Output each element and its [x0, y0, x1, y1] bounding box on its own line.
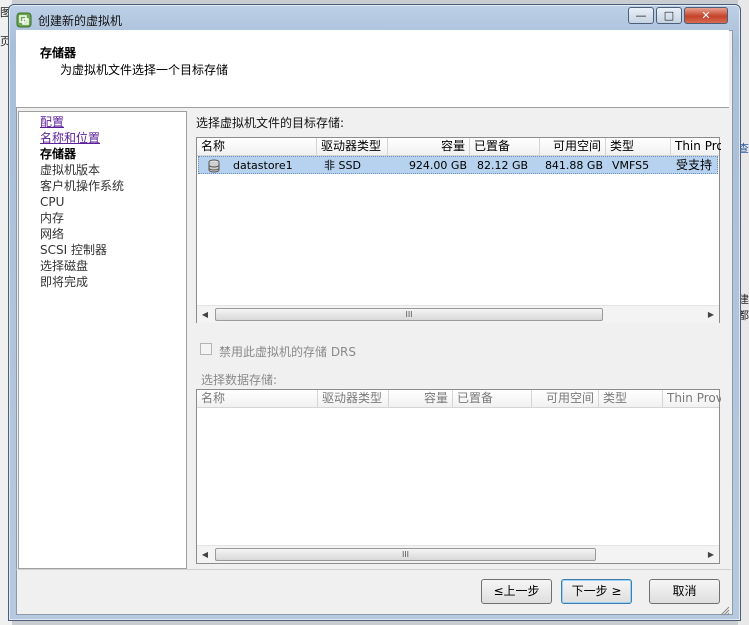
column-header-capacity[interactable]: 容量	[388, 138, 470, 155]
step-network: 网络	[40, 227, 65, 241]
column-header-drive-type[interactable]: 驱动器类型	[318, 390, 389, 407]
disable-drs-label: 禁用此虚拟机的存储 DRS	[219, 345, 357, 359]
cell-capacity: 924.00 GB	[408, 159, 467, 172]
step-config[interactable]: 配置	[40, 114, 64, 130]
step-select-disk: 选择磁盘	[40, 259, 89, 273]
vm-app-icon	[16, 12, 32, 28]
maximize-button[interactable]: □	[656, 7, 682, 24]
step-scsi-controller: SCSI 控制器	[40, 243, 107, 257]
disable-drs-checkbox[interactable]	[200, 343, 212, 355]
next-button[interactable]: 下一步 ≥	[561, 579, 632, 604]
column-header-free-space[interactable]: 可用空间	[532, 390, 599, 407]
table-header: 名称 驱动器类型 容量 已置备 可用空间 类型 Thin Provi	[197, 390, 721, 408]
cell-free-space: 841.88 GB	[544, 159, 603, 172]
close-button[interactable]: ✕	[684, 7, 728, 24]
table-row[interactable]: datastore1 非 SSD 924.00 GB 82.12 GB 841.…	[198, 156, 718, 174]
scroll-right-icon[interactable]: ▶	[703, 306, 719, 323]
minimize-button[interactable]: —	[628, 7, 654, 24]
column-header-name[interactable]: 名称	[197, 138, 317, 155]
cell-provisioned: 82.12 GB	[477, 159, 529, 172]
datastore-icon	[208, 157, 220, 174]
column-header-thin-provisioning[interactable]: Thin Provi	[663, 390, 721, 407]
column-header-capacity[interactable]: 容量	[389, 390, 453, 407]
step-memory: 内存	[40, 211, 65, 225]
cell-thin-provisioning: 受支持	[676, 158, 713, 172]
resize-grip-icon[interactable]	[718, 604, 730, 616]
scroll-left-icon[interactable]: ◀	[197, 546, 213, 563]
horizontal-scrollbar[interactable]: ◀ III ▶	[197, 305, 719, 323]
window-title: 创建新的虚拟机	[38, 14, 123, 28]
column-header-name[interactable]: 名称	[197, 390, 318, 407]
cell-type: VMFS5	[612, 159, 650, 172]
scrollbar-thumb[interactable]: III	[215, 548, 596, 561]
cell-drive-type: 非 SSD	[324, 159, 361, 172]
step-name-location[interactable]: 名称和位置	[40, 130, 100, 146]
target-storage-table: 名称 驱动器类型 容量 已置备 可用空间 类型 Thin Prov datast…	[196, 137, 721, 323]
column-header-type[interactable]: 类型	[606, 138, 671, 155]
scroll-left-icon[interactable]: ◀	[197, 306, 213, 323]
target-storage-label: 选择虚拟机文件的目标存储:	[196, 116, 345, 130]
step-cpu: CPU	[40, 195, 65, 209]
horizontal-scrollbar[interactable]: ◀ III ▶	[197, 545, 719, 563]
table-header: 名称 驱动器类型 容量 已置备 可用空间 类型 Thin Prov	[197, 138, 721, 156]
page-subtitle: 为虚拟机文件选择一个目标存储	[60, 63, 229, 77]
column-header-type[interactable]: 类型	[599, 390, 663, 407]
step-vm-version: 虚拟机版本	[40, 163, 101, 177]
column-header-thin-provisioning[interactable]: Thin Prov	[671, 138, 721, 155]
cancel-button[interactable]: 取消	[649, 579, 720, 604]
column-header-free-space[interactable]: 可用空间	[540, 138, 606, 155]
scroll-right-icon[interactable]: ▶	[703, 546, 719, 563]
scrollbar-thumb[interactable]: III	[215, 308, 603, 321]
page-title: 存储器	[40, 46, 77, 60]
step-storage: 存储器	[40, 147, 77, 161]
column-header-provisioned[interactable]: 已置备	[453, 390, 532, 407]
column-header-provisioned[interactable]: 已置备	[470, 138, 540, 155]
back-button[interactable]: ≤上一步	[481, 579, 552, 604]
datastore-select-table: 名称 驱动器类型 容量 已置备 可用空间 类型 Thin Provi ◀ III…	[196, 389, 721, 564]
step-ready-to-complete: 即将完成	[40, 275, 89, 289]
column-header-drive-type[interactable]: 驱动器类型	[317, 138, 388, 155]
footer-divider	[16, 569, 731, 570]
step-guest-os: 客户机操作系统	[40, 179, 125, 193]
select-datastore-label: 选择数据存储:	[201, 373, 278, 387]
cell-name: datastore1	[233, 159, 293, 172]
